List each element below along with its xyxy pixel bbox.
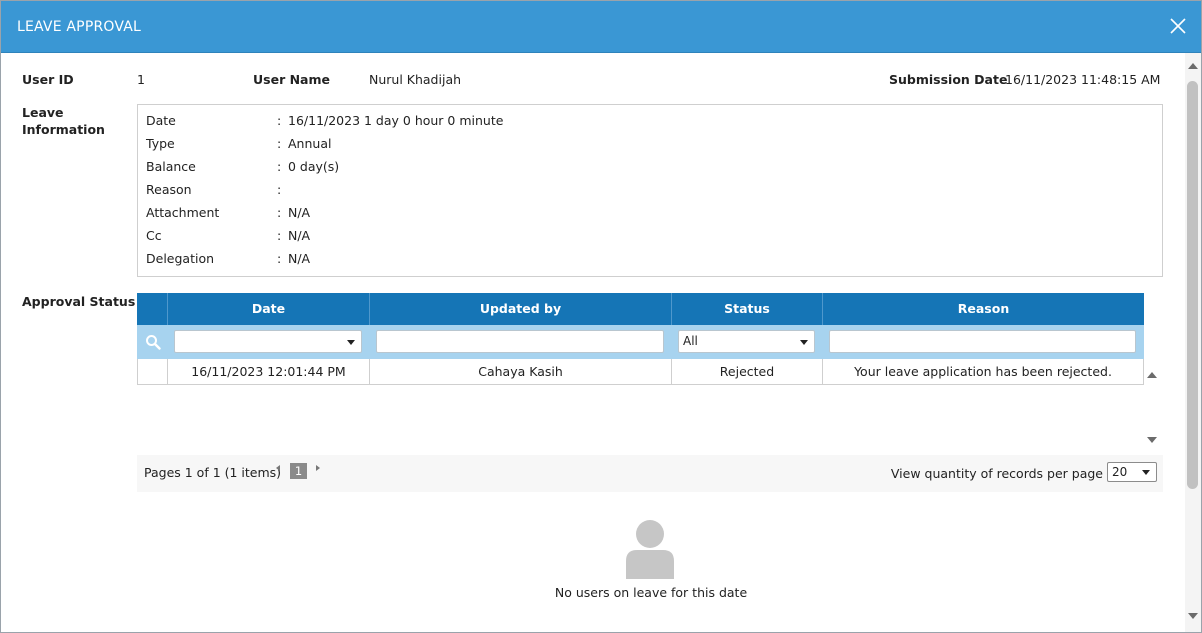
dialog-scrollbar[interactable] — [1185, 53, 1201, 632]
info-key: Cc — [146, 228, 162, 243]
approval-status-label: Approval Status — [22, 294, 136, 309]
reason-filter-input[interactable] — [829, 330, 1136, 353]
info-key: Delegation — [146, 251, 215, 266]
info-value: N/A — [288, 228, 311, 243]
table-row[interactable]: 16/11/2023 12:01:44 PM Cahaya Kasih Reje… — [137, 359, 1144, 385]
info-value: Annual — [288, 136, 332, 151]
info-key: Type — [146, 136, 175, 151]
page-button-1[interactable]: 1 — [290, 463, 307, 479]
grid-header: Date Updated by Status Reason — [137, 293, 1144, 325]
leave-information-label: Leave — [22, 105, 64, 120]
user-silhouette-icon — [626, 520, 674, 579]
info-separator: : — [277, 251, 282, 266]
cell-reason: Your leave application has been rejected… — [823, 359, 1144, 384]
per-page-value: 20 — [1112, 465, 1128, 479]
dialog-title: LEAVE APPROVAL — [17, 19, 142, 35]
grid-scrollbar[interactable] — [1146, 359, 1162, 449]
header-date[interactable]: Date — [167, 293, 369, 325]
per-page-select[interactable]: 20 — [1107, 462, 1157, 482]
info-row-cc: Cc : N/A — [146, 228, 1146, 246]
info-separator: : — [277, 228, 282, 243]
info-row-date: Date : 16/11/2023 1 day 0 hour 0 minute — [146, 113, 1146, 131]
chevron-down-icon — [1142, 470, 1150, 475]
date-filter-dropdown[interactable] — [174, 330, 362, 353]
empty-state-message: No users on leave for this date — [554, 585, 748, 600]
info-row-delegation: Delegation : N/A — [146, 251, 1146, 269]
leave-information-label-2: Information — [22, 122, 105, 137]
submission-date-value: 16/11/2023 11:48:15 AM — [1005, 72, 1161, 87]
dialog-content: User ID 1 User Name Nurul Khadijah Submi… — [1, 53, 1185, 632]
leave-approval-dialog: LEAVE APPROVAL User ID 1 User Name Nurul… — [0, 0, 1202, 633]
cell-date: 16/11/2023 12:01:44 PM — [168, 359, 370, 384]
next-page-icon[interactable] — [316, 465, 320, 471]
chevron-down-icon — [800, 340, 808, 345]
filter-row: All — [137, 325, 1144, 359]
info-key: Date — [146, 113, 176, 128]
pager-info: Pages 1 of 1 (1 items) — [144, 465, 282, 480]
status-filter-dropdown[interactable]: All — [678, 330, 815, 353]
user-name-value: Nurul Khadijah — [369, 72, 462, 87]
info-value: N/A — [288, 251, 311, 266]
info-separator: : — [277, 136, 282, 151]
scroll-up-icon[interactable] — [1147, 372, 1157, 378]
header-reason[interactable]: Reason — [822, 293, 1144, 325]
scroll-down-icon[interactable] — [1188, 613, 1198, 619]
info-key: Reason — [146, 182, 192, 197]
info-row-balance: Balance : 0 day(s) — [146, 159, 1146, 177]
empty-state: No users on leave for this date — [1, 519, 1185, 609]
prev-page-icon[interactable] — [276, 465, 280, 471]
user-id-label: User ID — [22, 72, 74, 87]
dialog-titlebar: LEAVE APPROVAL — [1, 1, 1201, 53]
info-row-type: Type : Annual — [146, 136, 1146, 154]
row-blank-cell — [138, 359, 168, 384]
search-icon — [146, 335, 161, 350]
user-id-value: 1 — [137, 72, 145, 87]
cell-updated-by: Cahaya Kasih — [370, 359, 672, 384]
info-separator: : — [277, 113, 282, 128]
submission-date-label: Submission Date — [889, 72, 1008, 87]
scrollbar-thumb[interactable] — [1187, 81, 1198, 489]
header-status[interactable]: Status — [671, 293, 822, 325]
user-name-label: User Name — [253, 72, 330, 87]
info-separator: : — [277, 182, 282, 197]
header-blank — [137, 293, 167, 325]
updated-by-filter-input[interactable] — [376, 330, 664, 353]
info-row-reason: Reason : — [146, 182, 1146, 200]
pager: Pages 1 of 1 (1 items) 1 View quantity o… — [137, 455, 1163, 492]
header-updated-by[interactable]: Updated by — [369, 293, 671, 325]
cell-status: Rejected — [672, 359, 823, 384]
info-value: N/A — [288, 205, 311, 220]
close-icon[interactable] — [1169, 17, 1187, 35]
chevron-down-icon — [347, 340, 355, 345]
per-page-label: View quantity of records per page — [890, 466, 1103, 481]
info-separator: : — [277, 159, 282, 174]
info-row-attachment: Attachment : N/A — [146, 205, 1146, 223]
info-value: 0 day(s) — [288, 159, 340, 174]
info-value: 16/11/2023 — [288, 113, 361, 128]
info-separator: : — [277, 205, 282, 220]
info-duration: 1 day 0 hour 0 minute — [364, 113, 504, 128]
scroll-down-icon[interactable] — [1147, 437, 1157, 443]
leave-information-box: Date : 16/11/2023 1 day 0 hour 0 minute … — [137, 104, 1163, 277]
status-filter-value: All — [683, 334, 698, 348]
scroll-up-icon[interactable] — [1188, 63, 1198, 69]
info-key: Attachment — [146, 205, 220, 220]
info-key: Balance — [146, 159, 196, 174]
